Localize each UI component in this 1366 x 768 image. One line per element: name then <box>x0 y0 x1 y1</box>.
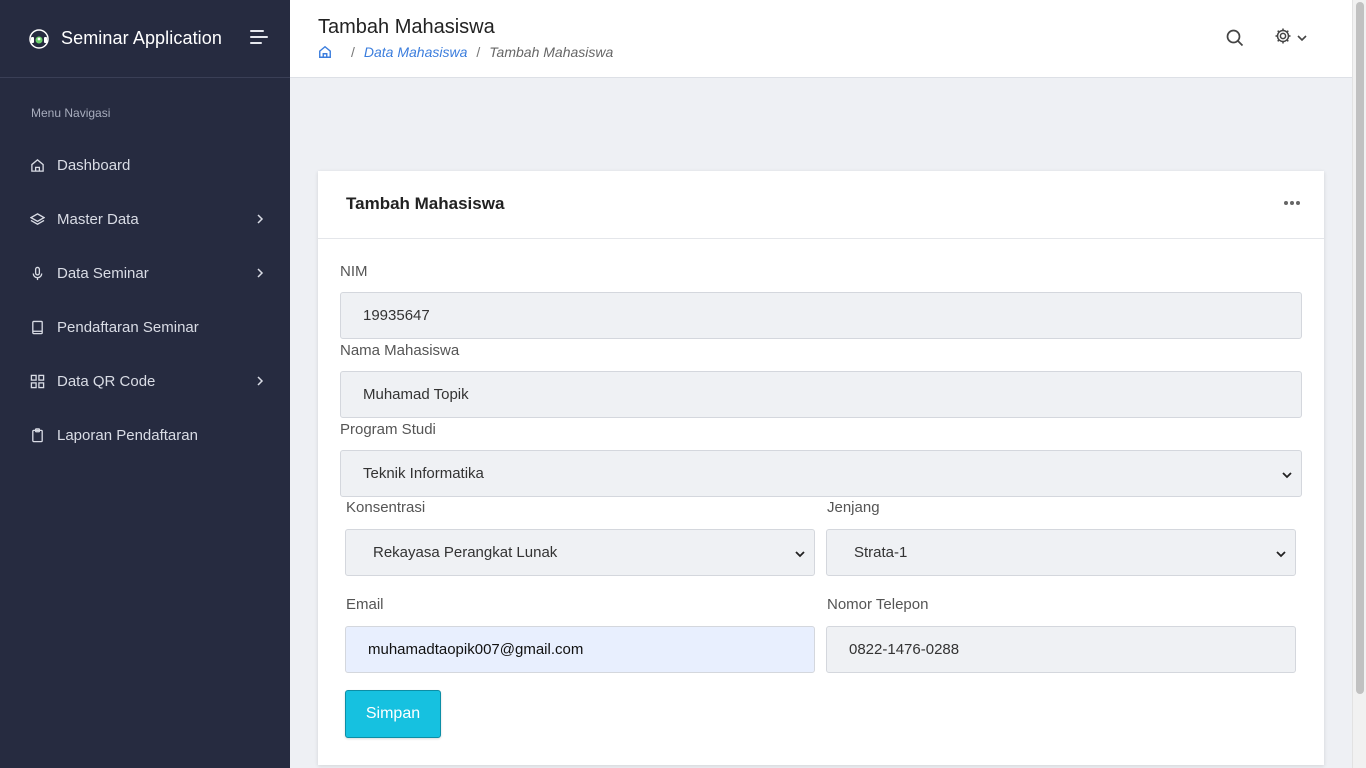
chevron-down-icon <box>1281 468 1293 480</box>
prodi-select[interactable]: Teknik Informatika <box>340 450 1302 497</box>
breadcrumb-home-icon[interactable] <box>318 45 332 59</box>
more-options-icon[interactable] <box>1284 197 1300 209</box>
sidebar-item-label: Master Data <box>57 210 139 228</box>
chevron-right-icon <box>254 266 266 280</box>
card-header: Tambah Mahasiswa <box>318 171 1324 239</box>
prodi-value: Teknik Informatika <box>363 465 484 482</box>
sidebar-item-data-seminar[interactable]: Data Seminar <box>0 246 290 300</box>
breadcrumb-separator: / <box>476 44 481 60</box>
app-title: Seminar Application <box>61 28 222 48</box>
sidebar-item-label: Dashboard <box>57 156 131 174</box>
gear-icon <box>1274 27 1292 50</box>
home-icon <box>30 158 45 173</box>
page-title: Tambah Mahasiswa <box>318 16 495 38</box>
chevron-down-icon <box>794 547 806 559</box>
settings-dropdown[interactable] <box>1274 28 1310 48</box>
sidebar-item-dashboard[interactable]: Dashboard <box>0 138 290 192</box>
sidebar-item-master-data[interactable]: Master Data <box>0 192 290 246</box>
card-title: Tambah Mahasiswa <box>346 194 505 213</box>
sidebar-item-pendaftaran-seminar[interactable]: Pendaftaran Seminar <box>0 300 290 354</box>
sidebar-item-label: Laporan Pendaftaran <box>57 426 198 444</box>
sidebar-item-label: Data QR Code <box>57 372 156 390</box>
sidebar-item-label: Pendaftaran Seminar <box>57 318 199 336</box>
konsentrasi-select[interactable]: Rekayasa Perangkat Lunak <box>345 529 815 576</box>
konsentrasi-value: Rekayasa Perangkat Lunak <box>373 544 558 561</box>
topbar: Tambah Mahasiswa / Data Mahasiswa / Tamb… <box>290 0 1352 78</box>
email-value: muhamadtaopik007@gmail.com <box>368 641 584 658</box>
prodi-label: Program Studi <box>340 421 436 438</box>
sidebar-item-data-qr-code[interactable]: Data QR Code <box>0 354 290 408</box>
sidebar-item-laporan-pendaftaran[interactable]: Laporan Pendaftaran <box>0 408 290 462</box>
jenjang-value: Strata-1 <box>854 544 908 561</box>
breadcrumb: / Data Mahasiswa / Tambah Mahasiswa <box>318 44 613 60</box>
page-scrollbar[interactable] <box>1352 0 1366 768</box>
brand: Seminar Application <box>0 0 290 78</box>
search-icon[interactable] <box>1226 29 1244 47</box>
scrollbar-thumb[interactable] <box>1356 2 1364 694</box>
email-field[interactable]: muhamadtaopik007@gmail.com <box>345 626 815 673</box>
breadcrumb-separator: / <box>351 44 355 60</box>
layers-icon <box>30 212 45 227</box>
chevron-down-icon <box>1275 547 1287 559</box>
telepon-value: 0822-1476-0288 <box>849 641 960 658</box>
breadcrumb-current: Tambah Mahasiswa <box>489 44 614 60</box>
nama-value: Muhamad Topik <box>363 386 469 403</box>
grid-icon <box>30 374 45 389</box>
microphone-icon <box>30 266 45 281</box>
email-label: Email <box>346 596 384 613</box>
telepon-label: Nomor Telepon <box>827 596 929 613</box>
sidebar-item-label: Data Seminar <box>57 264 149 282</box>
book-icon <box>30 320 45 335</box>
menu-caption: Menu Navigasi <box>31 106 111 120</box>
nim-label: NIM <box>340 263 368 280</box>
clipboard-icon <box>30 427 45 443</box>
app-logo-icon <box>28 28 50 50</box>
jenjang-label: Jenjang <box>827 499 880 516</box>
chevron-down-icon <box>1296 33 1308 43</box>
chevron-right-icon <box>254 212 266 226</box>
sidebar-toggle-icon[interactable] <box>250 30 268 46</box>
chevron-right-icon <box>254 374 266 388</box>
konsentrasi-label: Konsentrasi <box>346 499 426 516</box>
sidebar: Seminar Application Menu Navigasi Dashbo… <box>0 0 290 768</box>
save-button[interactable]: Simpan <box>345 690 441 738</box>
telepon-field[interactable]: 0822-1476-0288 <box>826 626 1296 673</box>
jenjang-select[interactable]: Strata-1 <box>826 529 1296 576</box>
nim-value: 19935647 <box>363 307 430 324</box>
nama-input[interactable]: Muhamad Topik <box>340 371 1302 418</box>
breadcrumb-link[interactable]: Data Mahasiswa <box>364 44 468 60</box>
nim-input[interactable]: 19935647 <box>340 292 1302 339</box>
nama-label: Nama Mahasiswa <box>340 342 460 359</box>
